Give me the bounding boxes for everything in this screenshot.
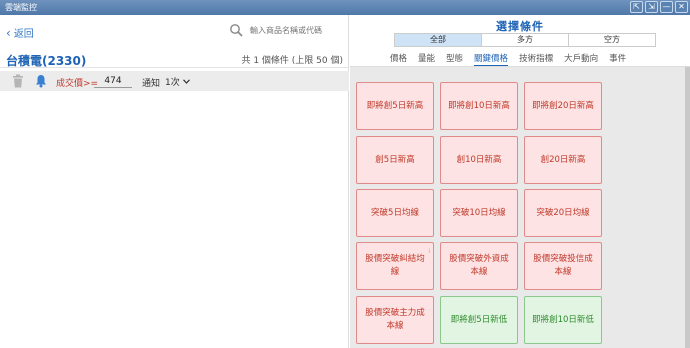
divider (0, 67, 349, 68)
condition-tile[interactable]: 即將創5日新低 (440, 296, 518, 344)
condition-tile[interactable]: 股價突破糾結均線 i (356, 242, 434, 290)
condition-tile[interactable]: 突破20日均線 (524, 189, 602, 237)
notify-count-value: 1次 (165, 78, 180, 88)
tab-key-price[interactable]: 關鍵價格 (474, 52, 509, 67)
chevron-down-icon (182, 79, 190, 84)
condition-tile[interactable]: 突破5日均線 (356, 189, 434, 237)
condition-count: 共 1 個條件 (上限 50 個) (241, 56, 343, 66)
condition-label: 成交價>= (56, 79, 99, 89)
shrink-icon[interactable]: ⇲ (645, 1, 658, 13)
condition-tile[interactable]: 創10日新高 (440, 136, 518, 184)
filter-bull[interactable]: 多方 (482, 34, 569, 46)
condition-selector: 選擇條件 全部 多方 空方 價格 量能 型態 關鍵價格 技術指標 大戶動向 事件… (350, 15, 690, 348)
condition-tile[interactable]: 即將創10日新低 (524, 296, 602, 344)
filter-all[interactable]: 全部 (395, 34, 482, 46)
chevron-left-icon: ‹ (6, 25, 11, 40)
notify-label: 通知 (142, 79, 161, 89)
close-icon[interactable]: ✕ (675, 1, 688, 13)
condition-tile[interactable]: 股價突破主力成本線 (356, 296, 434, 344)
price-input[interactable] (94, 74, 132, 88)
direction-filter: 全部 多方 空方 (394, 33, 656, 47)
tab-volume[interactable]: 量能 (418, 52, 435, 67)
title-bar: 雲端監控 ⇱ ⇲ — ✕ (0, 0, 690, 15)
monitor-panel: ‹ 返回 台積電(2330) 共 1 個條件 (上限 50 個) 成交價>= 通… (0, 15, 349, 348)
bell-icon[interactable] (35, 74, 47, 88)
tab-price[interactable]: 價格 (390, 52, 407, 67)
tab-major-holders[interactable]: 大戶動向 (564, 52, 598, 67)
restore-icon[interactable]: ⇱ (630, 1, 643, 13)
category-tabs: 價格 量能 型態 關鍵價格 技術指標 大戶動向 事件 (390, 52, 626, 67)
search-icon[interactable] (229, 23, 243, 37)
tab-technical[interactable]: 技術指標 (519, 52, 553, 67)
tab-events[interactable]: 事件 (609, 52, 626, 67)
trash-icon[interactable] (12, 74, 24, 88)
condition-tile[interactable]: 創5日新高 (356, 136, 434, 184)
window-controls: ⇱ ⇲ — ✕ (630, 1, 688, 13)
back-label: 返回 (13, 29, 34, 40)
condition-tile[interactable]: 股價突破投信成本線 (524, 242, 602, 290)
condition-grid: 即將創5日新高 即將創10日新高 即將創20日新高 創5日新高 創10日新高 創… (350, 67, 685, 348)
condition-tile[interactable]: 突破10日均線 (440, 189, 518, 237)
scrollbar[interactable] (685, 67, 690, 348)
window-title: 雲端監控 (5, 3, 37, 12)
search-input[interactable] (250, 23, 345, 38)
minimize-icon[interactable]: — (660, 1, 673, 13)
filter-bear[interactable]: 空方 (569, 34, 655, 46)
selector-title: 選擇條件 (496, 20, 544, 33)
condition-tile[interactable]: 創20日新高 (524, 136, 602, 184)
condition-tile[interactable]: 即將創20日新高 (524, 82, 602, 130)
condition-tile[interactable]: 股價突破外資成本線 (440, 242, 518, 290)
condition-tile[interactable]: 即將創5日新高 (356, 82, 434, 130)
condition-row: 成交價>= 通知 1次 (0, 71, 349, 91)
info-icon[interactable]: i (428, 245, 430, 258)
back-button[interactable]: ‹ 返回 (6, 25, 34, 41)
notify-count-select[interactable]: 1次 (165, 75, 190, 88)
condition-tile[interactable]: 即將創10日新高 (440, 82, 518, 130)
tile-label: 股價突破糾結均線 (365, 254, 425, 277)
tab-pattern[interactable]: 型態 (446, 52, 463, 67)
